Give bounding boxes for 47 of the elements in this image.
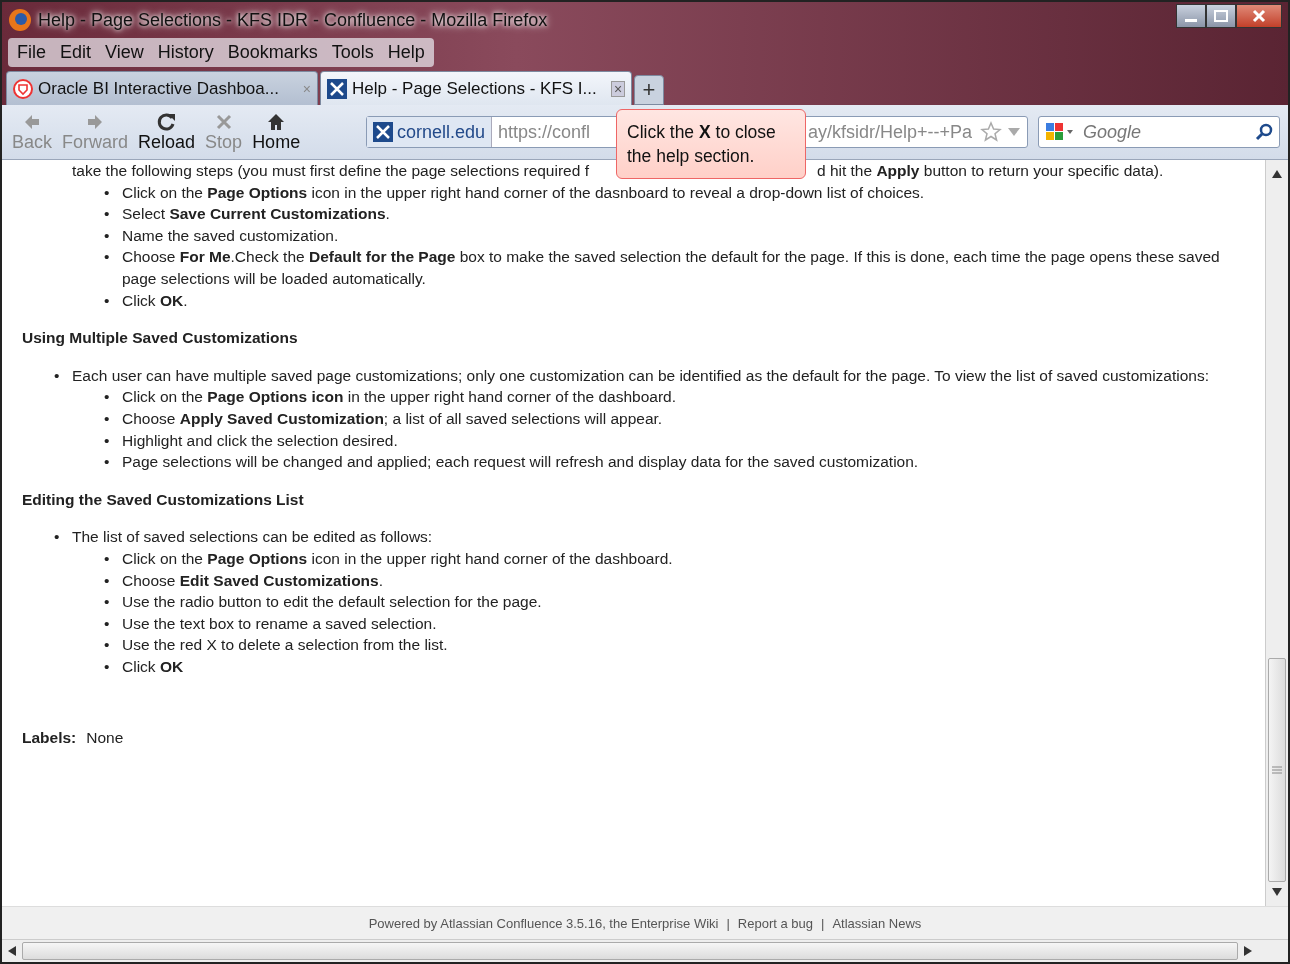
bullet-text: • (54, 365, 61, 386)
list-item-text: Choose For Me.Check the Default for the Page box to make the saved selection the default for the page. If this is done, each time the page opens these saved page selections will be loaded automatically. (122, 247, 1221, 289)
labels-value: None (86, 728, 124, 749)
url-text: https://confl (497, 121, 592, 143)
bullet-text: • (104, 408, 111, 429)
list-item-text: Each user can have multiple saved page customizations; only one customization can be identified as the default for the page. To view the list of saved customizations: (72, 365, 1211, 386)
bullet-text: • (104, 570, 111, 591)
list-item-text: Choose Edit Saved Customizations. (122, 570, 384, 591)
window-title: Help - Page Selections - KFS IDR - Confluence - Mozilla Firefox (38, 9, 548, 31)
list-item-text: Click on the Page Options icon in the upper right hand corner of the dashboard. (122, 548, 674, 569)
bullet-text: • (104, 635, 111, 656)
list-item-text: Use the text box to rename a saved selection. (122, 613, 438, 634)
tooltip: Click the X to close the help section. (616, 109, 806, 179)
bullet-text: • (104, 182, 111, 203)
bullet-text: • (104, 613, 111, 634)
list-item-text: Click on the Page Options icon in the upper right hand corner of the dasnboard to reveal a drop-down list of choices. (122, 182, 926, 203)
bullet-text: • (104, 452, 111, 473)
list-item-text: Click on the Page Options icon in the upper right hand corner of the dashboard. (122, 387, 677, 408)
list-item-text: Click OK. (122, 290, 189, 311)
bullet-text: • (104, 548, 111, 569)
footer-text: Powered by Atlassian Confluence 3.5.16, the Enterprise Wiki (368, 915, 719, 931)
bullet-text: • (104, 592, 111, 613)
list-item-text: Use the red X to delete a selection from the list. (122, 635, 449, 656)
separator-text: | (821, 915, 825, 931)
bullet-text: • (104, 204, 111, 225)
paragraph-text: take the following steps (you must first define the page selections required f (72, 161, 589, 181)
bullet-text: • (104, 656, 111, 677)
url-text: ay/kfsidr/Help+--+Pa (807, 121, 973, 143)
list-item-text: The list of saved selections can be edited as follows: (72, 527, 434, 548)
list-item-text: Name the saved customization. (122, 225, 340, 246)
list-item-text: Use the radio button to edit the default selection for the page. (122, 592, 543, 613)
list-item-text: Page selections will be changed and applied; each request will refresh and display data for the saved customization. (122, 452, 920, 473)
bullet-text: • (104, 290, 111, 311)
labels-label: Labels: (22, 728, 77, 749)
section-heading: Editing the Saved Customizations List (22, 489, 305, 510)
bullet-text: • (54, 527, 61, 548)
list-item-text: Choose Apply Saved Customization; a list of all saved selections will appear. (122, 408, 664, 429)
bullet-text: • (104, 247, 111, 268)
list-item-text: Highlight and click the selection desired. (122, 430, 399, 451)
bullet-text: • (104, 225, 111, 246)
bullet-text: • (104, 430, 111, 451)
list-item-text: Select Save Current Customizations. (122, 204, 391, 225)
list-item-text: Click OK (122, 656, 185, 677)
paragraph-text: d hit the Apply button to return your specific data). (816, 161, 1164, 181)
section-heading: Using Multiple Saved Customizations (22, 328, 299, 349)
bullet-text: • (104, 387, 111, 408)
separator-text: | (726, 915, 730, 931)
